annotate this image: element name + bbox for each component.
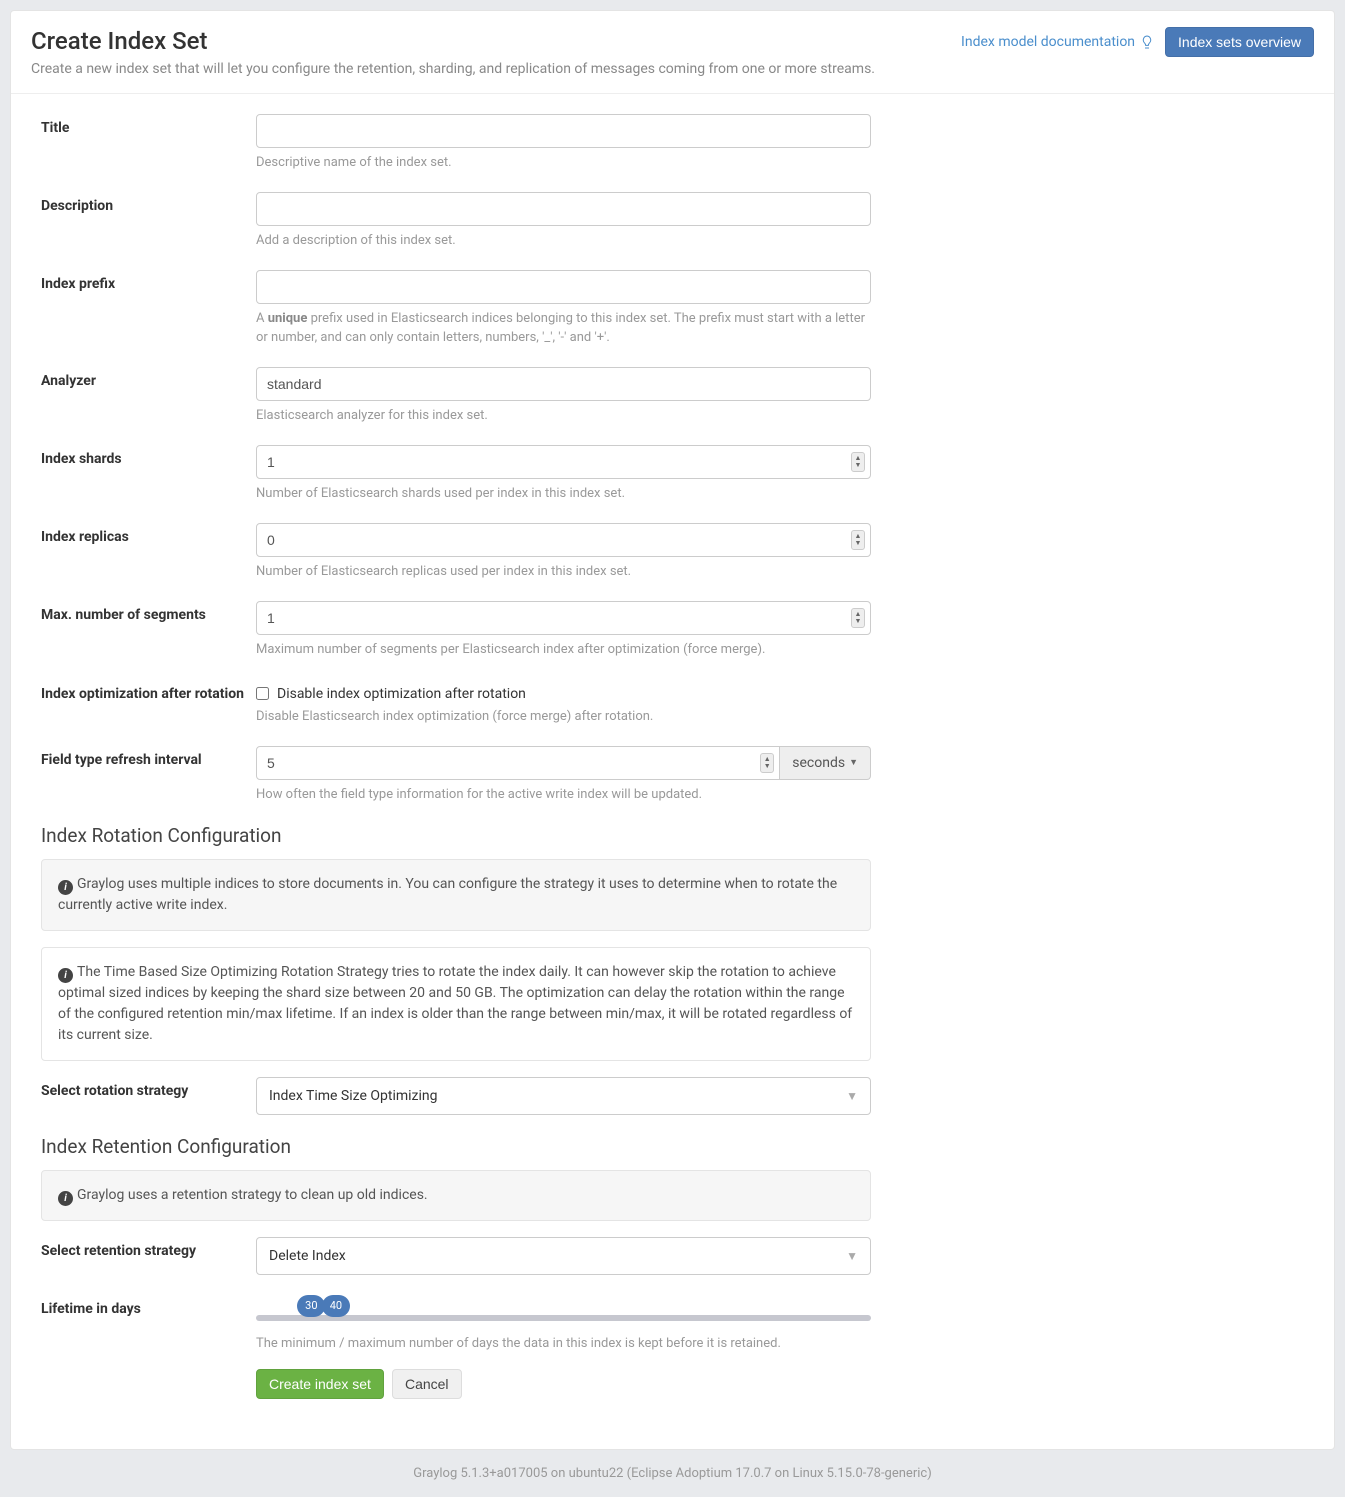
help-optimization: Disable Elasticsearch index optimization… [256,708,871,726]
help-analyzer: Elasticsearch analyzer for this index se… [256,407,871,425]
row-index-shards: Index shards ▲▼ Number of Elasticsearch … [41,445,1304,503]
page-subtitle: Create a new index set that will let you… [31,61,875,77]
info-rotation-2: iThe Time Based Size Optimizing Rotation… [41,947,871,1061]
row-retention-strategy: Select retention strategy Delete Index ▼ [41,1237,1304,1275]
header-right: Index model documentation Index sets ove… [961,27,1314,57]
info-icon: i [58,880,73,895]
select-rotation-strategy[interactable]: Index Time Size Optimizing ▼ [256,1077,871,1115]
page-title: Create Index Set [31,27,875,55]
footer-version: Graylog 5.1.3+a017005 on ubuntu22 (Eclip… [0,1450,1345,1497]
help-index-prefix: A unique prefix used in Elasticsearch in… [256,310,871,346]
help-index-shards: Number of Elasticsearch shards used per … [256,485,871,503]
slider-max-label: 40 [330,1299,342,1312]
input-index-replicas[interactable] [256,523,871,557]
label-lifetime: Lifetime in days [41,1295,256,1399]
stepper-index-replicas[interactable]: ▲▼ [851,530,865,550]
help-prefix-suf: prefix used in Elasticsearch indices bel… [256,311,865,344]
info-retention-text: Graylog uses a retention strategy to cle… [77,1187,428,1203]
section-title-rotation: Index Rotation Configuration [41,824,1304,847]
label-index-prefix: Index prefix [41,270,256,346]
input-analyzer[interactable] [256,367,871,401]
row-title: Title Descriptive name of the index set. [41,114,1304,172]
info-icon: i [58,968,73,983]
select-retention-strategy[interactable]: Delete Index ▼ [256,1237,871,1275]
help-prefix-pre: A [256,311,268,326]
slider-track [256,1315,871,1321]
stepper-refresh-interval[interactable]: ▲▼ [760,753,774,773]
label-rotation-strategy: Select rotation strategy [41,1077,256,1115]
info-retention: i Graylog uses a retention strategy to cl… [41,1170,871,1221]
label-max-segments: Max. number of segments [41,601,256,659]
help-refresh-interval: How often the field type information for… [256,786,871,804]
row-index-replicas: Index replicas ▲▼ Number of Elasticsearc… [41,523,1304,581]
info-rotation-1-text: Graylog uses multiple indices to store d… [58,876,837,913]
overview-button[interactable]: Index sets overview [1165,27,1314,57]
select-rotation-value: Index Time Size Optimizing [269,1088,438,1104]
form-content: Title Descriptive name of the index set.… [11,94,1334,1449]
input-description[interactable] [256,192,871,226]
lightbulb-icon [1139,34,1155,50]
info-icon: i [58,1191,73,1206]
input-max-segments[interactable] [256,601,871,635]
info-rotation-1: iGraylog uses multiple indices to store … [41,859,871,931]
label-index-shards: Index shards [41,445,256,503]
chevron-down-icon: ▼ [846,1089,858,1103]
row-max-segments: Max. number of segments ▲▼ Maximum numbe… [41,601,1304,659]
help-description: Add a description of this index set. [256,232,871,250]
unit-label: seconds [792,755,845,771]
row-refresh-interval: Field type refresh interval ▲▼ seconds ▼… [41,746,1304,804]
label-description: Description [41,192,256,250]
action-row: Create index set Cancel [256,1369,871,1399]
label-refresh-interval: Field type refresh interval [41,746,256,804]
input-index-shards[interactable] [256,445,871,479]
slider-min-label: 30 [305,1299,317,1312]
label-optimization: Index optimization after rotation [41,680,256,726]
help-index-replicas: Number of Elasticsearch replicas used pe… [256,563,871,581]
slider-thumb-max[interactable]: 40 [322,1295,350,1317]
label-title: Title [41,114,256,172]
doc-link[interactable]: Index model documentation [961,34,1155,50]
header-left: Create Index Set Create a new index set … [31,27,875,77]
row-description: Description Add a description of this in… [41,192,1304,250]
help-max-segments: Maximum number of segments per Elasticse… [256,641,871,659]
select-retention-value: Delete Index [269,1248,346,1264]
checkbox-disable-optimization[interactable] [256,687,269,700]
doc-link-label: Index model documentation [961,34,1135,50]
label-analyzer: Analyzer [41,367,256,425]
label-retention-strategy: Select retention strategy [41,1237,256,1275]
slider-lifetime[interactable]: 30 40 [256,1295,871,1329]
page-header: Create Index Set Create a new index set … [11,11,1334,94]
caret-down-icon: ▼ [849,757,858,768]
page-container: Create Index Set Create a new index set … [10,10,1335,1450]
label-index-replicas: Index replicas [41,523,256,581]
checkbox-label-optimization: Disable index optimization after rotatio… [277,686,526,702]
row-analyzer: Analyzer Elasticsearch analyzer for this… [41,367,1304,425]
row-lifetime: Lifetime in days 30 40 The minimum / max… [41,1295,1304,1399]
row-rotation-strategy: Select rotation strategy Index Time Size… [41,1077,1304,1115]
input-index-prefix[interactable] [256,270,871,304]
help-prefix-bold: unique [268,311,308,326]
section-title-retention: Index Retention Configuration [41,1135,1304,1158]
chevron-down-icon: ▼ [846,1249,858,1263]
cancel-button[interactable]: Cancel [392,1369,462,1399]
row-index-prefix: Index prefix A unique prefix used in Ela… [41,270,1304,346]
info-rotation-2-text: The Time Based Size Optimizing Rotation … [58,964,852,1043]
input-title[interactable] [256,114,871,148]
stepper-index-shards[interactable]: ▲▼ [851,452,865,472]
input-refresh-interval[interactable] [256,746,780,780]
stepper-max-segments[interactable]: ▲▼ [851,608,865,628]
help-title: Descriptive name of the index set. [256,154,871,172]
row-optimization: Index optimization after rotation Disabl… [41,680,1304,726]
submit-button[interactable]: Create index set [256,1369,384,1399]
unit-dropdown[interactable]: seconds ▼ [780,746,871,780]
help-lifetime: The minimum / maximum number of days the… [256,1335,871,1353]
